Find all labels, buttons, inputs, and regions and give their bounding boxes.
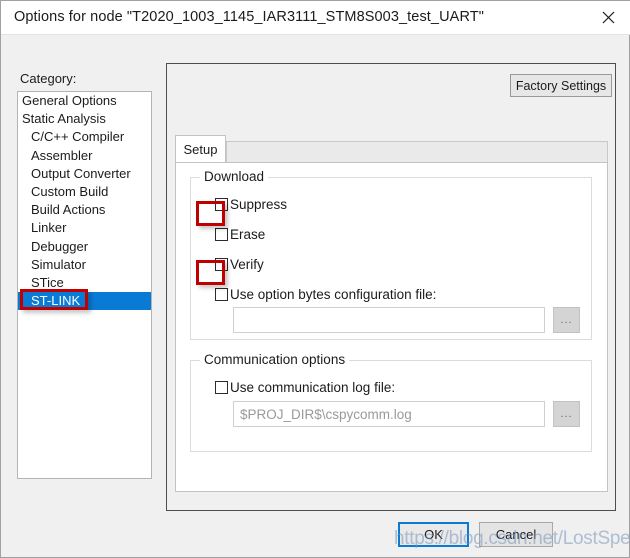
category-item-simulator[interactable]: Simulator bbox=[18, 256, 151, 274]
options-dialog: Options for node "T2020_1003_1145_IAR311… bbox=[0, 0, 630, 558]
category-label: Category: bbox=[20, 71, 77, 86]
suppress-checkbox-row[interactable]: Suppress bbox=[215, 197, 287, 212]
category-item-c-cpp-compiler[interactable]: C/C++ Compiler bbox=[18, 128, 151, 146]
category-item-static-analysis[interactable]: Static Analysis bbox=[18, 110, 151, 128]
option-bytes-path-input[interactable] bbox=[233, 307, 545, 333]
tab-strip-filler bbox=[226, 141, 608, 163]
use-communication-log-label: Use communication log file: bbox=[230, 380, 396, 395]
verify-checkbox-row[interactable]: Verify bbox=[215, 257, 264, 272]
erase-checkbox-row[interactable]: Erase bbox=[215, 227, 265, 242]
suppress-checkbox[interactable] bbox=[215, 198, 228, 211]
cancel-button[interactable]: Cancel bbox=[479, 522, 553, 547]
category-item-general-options[interactable]: General Options bbox=[18, 92, 151, 110]
page-title: Options for node "T2020_1003_1145_IAR311… bbox=[14, 9, 484, 25]
download-group-title: Download bbox=[200, 169, 269, 184]
tab-strip: Setup bbox=[175, 135, 608, 163]
communication-log-browse-button[interactable]: ... bbox=[553, 401, 580, 427]
use-option-bytes-checkbox-row[interactable]: Use option bytes configuration file: bbox=[215, 287, 436, 302]
verify-label: Verify bbox=[230, 257, 264, 272]
verify-checkbox[interactable] bbox=[215, 258, 228, 271]
category-item-debugger[interactable]: Debugger bbox=[18, 238, 151, 256]
communication-group-title: Communication options bbox=[200, 352, 350, 367]
download-group: Download Suppress Erase Verify Use optio… bbox=[190, 169, 592, 340]
category-item-st-link[interactable]: ST-LINK bbox=[18, 292, 151, 311]
category-item-custom-build[interactable]: Custom Build bbox=[18, 183, 151, 201]
category-item-output-converter[interactable]: Output Converter bbox=[18, 165, 151, 183]
suppress-label: Suppress bbox=[230, 197, 288, 212]
category-list[interactable]: General Options Static Analysis C/C++ Co… bbox=[17, 91, 152, 479]
communication-log-path-input[interactable]: $PROJ_DIR$\cspycomm.log bbox=[233, 401, 545, 427]
tab-setup[interactable]: Setup bbox=[175, 135, 226, 163]
ok-button[interactable]: OK bbox=[398, 522, 469, 547]
erase-checkbox[interactable] bbox=[215, 228, 228, 241]
erase-label: Erase bbox=[230, 227, 266, 242]
title-bar: Options for node "T2020_1003_1145_IAR311… bbox=[1, 1, 630, 35]
category-item-build-actions[interactable]: Build Actions bbox=[18, 201, 151, 219]
settings-panel: Factory Settings Setup Download Suppress… bbox=[166, 63, 616, 511]
category-item-stice[interactable]: STice bbox=[18, 274, 151, 292]
category-item-assembler[interactable]: Assembler bbox=[18, 147, 151, 165]
use-option-bytes-label: Use option bytes configuration file: bbox=[230, 287, 437, 302]
use-communication-log-checkbox[interactable] bbox=[215, 381, 228, 394]
use-communication-log-checkbox-row[interactable]: Use communication log file: bbox=[215, 380, 395, 395]
option-bytes-browse-button[interactable]: ... bbox=[553, 307, 580, 333]
use-option-bytes-checkbox[interactable] bbox=[215, 288, 228, 301]
tab-page-setup: Download Suppress Erase Verify Use optio… bbox=[175, 162, 608, 492]
close-icon[interactable] bbox=[586, 1, 630, 33]
communication-options-group: Communication options Use communication … bbox=[190, 352, 592, 452]
category-item-linker[interactable]: Linker bbox=[18, 219, 151, 237]
factory-settings-button[interactable]: Factory Settings bbox=[510, 74, 612, 97]
